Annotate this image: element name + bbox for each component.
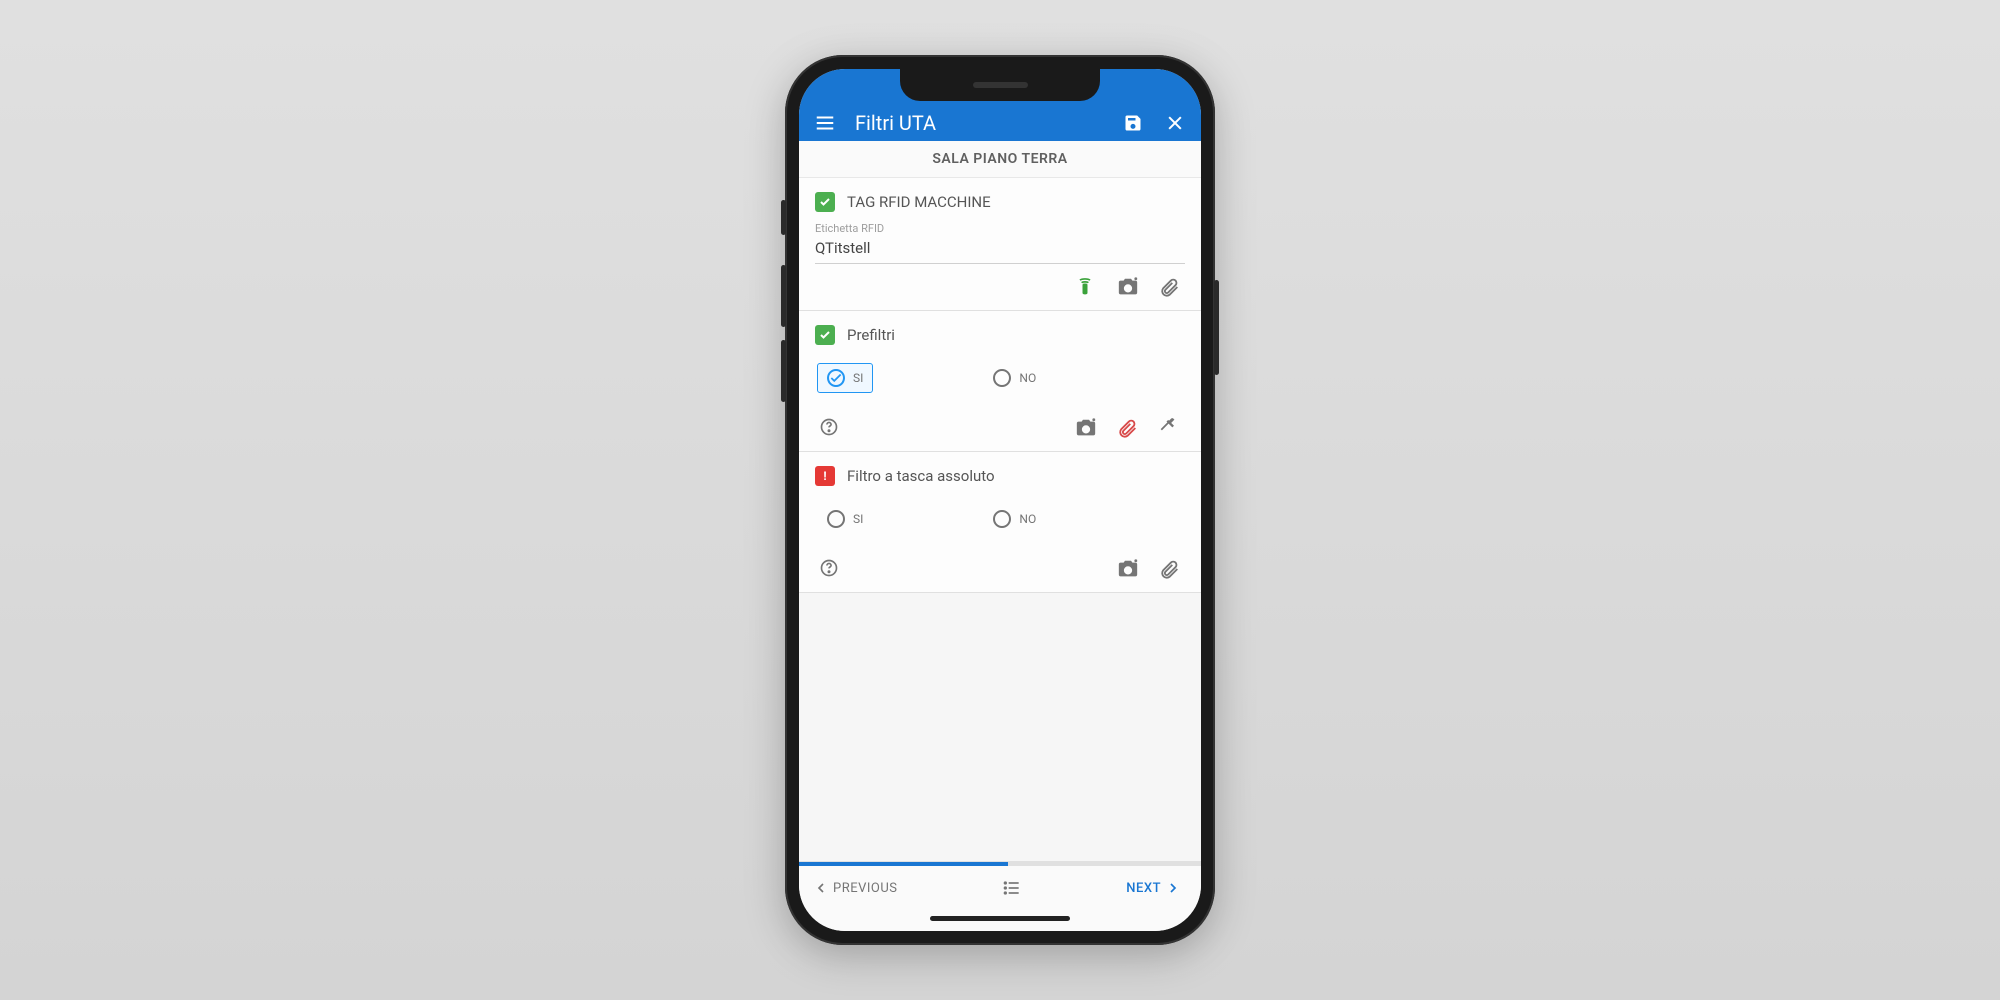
attachment-button[interactable] (1159, 558, 1181, 580)
camera-button[interactable] (1075, 417, 1097, 439)
attachment-button[interactable] (1159, 276, 1181, 298)
menu-button[interactable] (813, 111, 837, 135)
radio-selected-icon (827, 369, 845, 387)
radio-label-no: NO (1019, 512, 1036, 526)
status-complete-icon (815, 325, 835, 345)
save-icon (1123, 113, 1143, 133)
app-title: Filtri UTA (855, 111, 1103, 135)
progress-bar (799, 862, 1201, 866)
camera-button[interactable] (1117, 276, 1139, 298)
camera-icon (1075, 417, 1097, 439)
camera-icon (1117, 558, 1139, 580)
radio-label-si: SI (853, 512, 863, 526)
footer: PREVIOUS NEXT (799, 861, 1201, 931)
radio-unselected-icon (827, 510, 845, 528)
filtro-tasca-option-si[interactable]: SI (817, 504, 873, 534)
screen: Filtri UTA SALA PIANO TERRA TAG RFID MAC… (799, 69, 1201, 931)
attachment-icon (1117, 417, 1139, 439)
attachment-icon (1159, 558, 1181, 580)
section-rfid: TAG RFID MACCHINE Etichetta RFID QTitste… (799, 178, 1201, 311)
chevron-right-icon (1165, 880, 1181, 896)
progress-fill (799, 862, 1008, 866)
rfid-field-label: Etichetta RFID (815, 222, 1185, 235)
list-icon (1002, 878, 1022, 898)
radio-label-no: NO (1019, 371, 1036, 385)
hamburger-icon (814, 112, 836, 134)
help-button[interactable] (819, 558, 841, 580)
rfid-scan-button[interactable] (1075, 276, 1097, 298)
next-label: NEXT (1126, 881, 1161, 896)
attachment-icon (1159, 276, 1181, 298)
help-button[interactable] (819, 417, 841, 439)
close-icon (1165, 113, 1185, 133)
close-button[interactable] (1163, 111, 1187, 135)
filtro-tasca-option-no[interactable]: NO (983, 504, 1046, 534)
phone-power-button (1214, 280, 1219, 375)
help-icon (819, 558, 839, 578)
phone-mute-switch (781, 200, 786, 235)
radio-label-si: SI (853, 371, 863, 385)
prefiltri-option-si[interactable]: SI (817, 363, 873, 393)
previous-label: PREVIOUS (833, 881, 898, 896)
attachment-button[interactable] (1117, 417, 1139, 439)
next-button[interactable]: NEXT (1126, 880, 1181, 896)
prefiltri-option-no[interactable]: NO (983, 363, 1046, 393)
list-button[interactable] (1002, 878, 1022, 898)
camera-icon (1117, 276, 1139, 298)
help-icon (819, 417, 839, 437)
hammer-button[interactable] (1159, 417, 1181, 439)
camera-button[interactable] (1117, 558, 1139, 580)
form-content: TAG RFID MACCHINE Etichetta RFID QTitste… (799, 178, 1201, 861)
rfid-field-value[interactable]: QTitstell (815, 235, 1185, 264)
phone-volume-up (781, 265, 786, 327)
section-filtro-tasca: ! Filtro a tasca assoluto SI NO (799, 452, 1201, 593)
status-alert-icon: ! (815, 466, 835, 486)
radio-unselected-icon (993, 369, 1011, 387)
status-complete-icon (815, 192, 835, 212)
rfid-antenna-icon (1075, 276, 1095, 296)
section-filtro-tasca-title: Filtro a tasca assoluto (847, 467, 995, 485)
hammer-icon (1159, 417, 1179, 437)
chevron-left-icon (813, 880, 829, 896)
save-button[interactable] (1121, 111, 1145, 135)
section-rfid-title: TAG RFID MACCHINE (847, 193, 991, 211)
phone-frame: Filtri UTA SALA PIANO TERRA TAG RFID MAC… (785, 55, 1215, 945)
home-indicator[interactable] (930, 916, 1070, 921)
phone-notch (900, 69, 1100, 101)
section-prefiltri-title: Prefiltri (847, 326, 895, 344)
phone-volume-down (781, 340, 786, 402)
location-subheader: SALA PIANO TERRA (799, 141, 1201, 178)
previous-button[interactable]: PREVIOUS (813, 880, 898, 896)
section-prefiltri: Prefiltri SI NO (799, 311, 1201, 452)
radio-unselected-icon (993, 510, 1011, 528)
